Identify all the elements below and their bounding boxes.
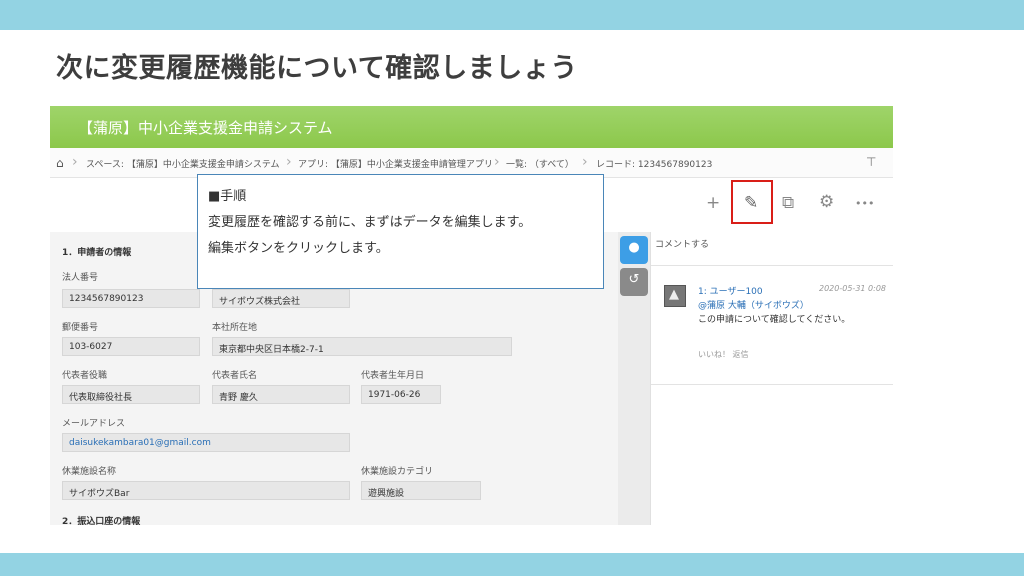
comment-tab[interactable]: ● bbox=[620, 236, 648, 264]
corp-number-label: 法人番号 bbox=[62, 273, 99, 283]
app-title: 【蒲原】中小企業支援金申請システム bbox=[78, 119, 333, 137]
app-header: 【蒲原】中小企業支援金申請システム bbox=[50, 106, 893, 148]
facility-label: 休業施設名称 bbox=[62, 467, 117, 477]
rep-birth-field: 1971-06-26 bbox=[361, 385, 441, 404]
pin-icon[interactable]: ⊤ bbox=[866, 155, 876, 169]
copy-icon[interactable]: ⧉ bbox=[782, 195, 794, 212]
breadcrumb-app[interactable]: アプリ: 【蒲原】中小企業支援金申請管理アプリ bbox=[298, 157, 493, 170]
avatar: ▲ bbox=[664, 285, 686, 307]
callout-line-1: 変更履歴を確認する前に、まずはデータを編集します。 bbox=[208, 215, 532, 230]
home-icon[interactable]: ⌂ bbox=[56, 156, 64, 170]
rep-title-label: 代表者役職 bbox=[62, 371, 108, 381]
history-icon: ↺ bbox=[628, 272, 640, 287]
rep-name-label: 代表者氏名 bbox=[212, 371, 258, 381]
section-bank-account: 2．振込口座の情報 bbox=[62, 517, 141, 525]
breadcrumb-separator-icon: › bbox=[72, 154, 78, 170]
app-screenshot: 【蒲原】中小企業支援金申請システム ⌂ › スペース: 【蒲原】中小企業支援金申… bbox=[50, 106, 893, 525]
comment-date: 2020-05-31 0:08 bbox=[819, 284, 886, 293]
breadcrumb-space[interactable]: スペース: 【蒲原】中小企業支援金申請システム bbox=[86, 157, 280, 170]
company-field: サイボウズ株式会社 bbox=[212, 289, 350, 308]
facility-category-label: 休業施設カテゴリ bbox=[361, 467, 434, 477]
email-label: メールアドレス bbox=[62, 419, 126, 429]
facility-field: サイボウズBar bbox=[62, 481, 350, 500]
rep-title-field: 代表取締役社長 bbox=[62, 385, 200, 404]
rep-birth-label: 代表者生年月日 bbox=[361, 371, 425, 381]
comment-mention[interactable]: @蒲原 大輔（サイボウズ） bbox=[698, 298, 809, 311]
section-applicant: 1．申請者の情報 bbox=[62, 248, 132, 258]
comment-panel: コメントする ▲ 1: ユーザー100 2020-05-31 0:08 @蒲原 … bbox=[650, 232, 893, 525]
breadcrumb-separator-icon: › bbox=[494, 154, 500, 170]
email-field[interactable]: daisukekambara01@gmail.com bbox=[62, 433, 350, 452]
comment-author[interactable]: 1: ユーザー100 bbox=[698, 284, 763, 297]
divider bbox=[651, 384, 893, 385]
more-icon[interactable]: ••• bbox=[855, 198, 874, 209]
history-tab[interactable]: ↺ bbox=[620, 268, 648, 296]
top-band bbox=[0, 0, 1024, 30]
edit-button-highlight bbox=[731, 180, 773, 224]
speech-bubble-icon: ● bbox=[628, 240, 640, 255]
callout-line-2: 編集ボタンをクリックします。 bbox=[208, 241, 389, 256]
side-tabs: ● ↺ bbox=[618, 232, 650, 525]
breadcrumb-record: レコード: 1234567890123 bbox=[596, 160, 713, 170]
gear-icon[interactable]: ⚙ bbox=[819, 194, 834, 211]
breadcrumb-separator-icon: › bbox=[286, 154, 292, 170]
user-icon: ▲ bbox=[669, 287, 679, 302]
postal-field: 103-6027 bbox=[62, 337, 200, 356]
comment-body: この申請について確認してください。 bbox=[698, 315, 851, 325]
bottom-band bbox=[0, 553, 1024, 576]
address-label: 本社所在地 bbox=[212, 323, 258, 333]
breadcrumb-separator-icon: › bbox=[582, 154, 588, 170]
postal-label: 郵便番号 bbox=[62, 323, 99, 333]
instruction-callout: ■手順 変更履歴を確認する前に、まずはデータを編集します。 編集ボタンをクリック… bbox=[197, 174, 604, 289]
breadcrumb-list[interactable]: 一覧: （すべて） bbox=[506, 157, 574, 170]
comment-input-label[interactable]: コメントする bbox=[655, 237, 709, 250]
comment-actions[interactable]: いいね！ 返信 bbox=[698, 349, 749, 360]
facility-category-field: 遊興施設 bbox=[361, 481, 481, 500]
rep-name-field: 青野 慶久 bbox=[212, 385, 350, 404]
callout-heading: ■手順 bbox=[208, 189, 247, 204]
address-field: 東京都中央区日本橋2-7-1 bbox=[212, 337, 512, 356]
slide-title: 次に変更履歴機能について確認しましょう bbox=[56, 53, 578, 84]
corp-number-field: 1234567890123 bbox=[62, 289, 200, 308]
divider bbox=[651, 265, 893, 266]
plus-icon[interactable]: + bbox=[706, 195, 720, 212]
